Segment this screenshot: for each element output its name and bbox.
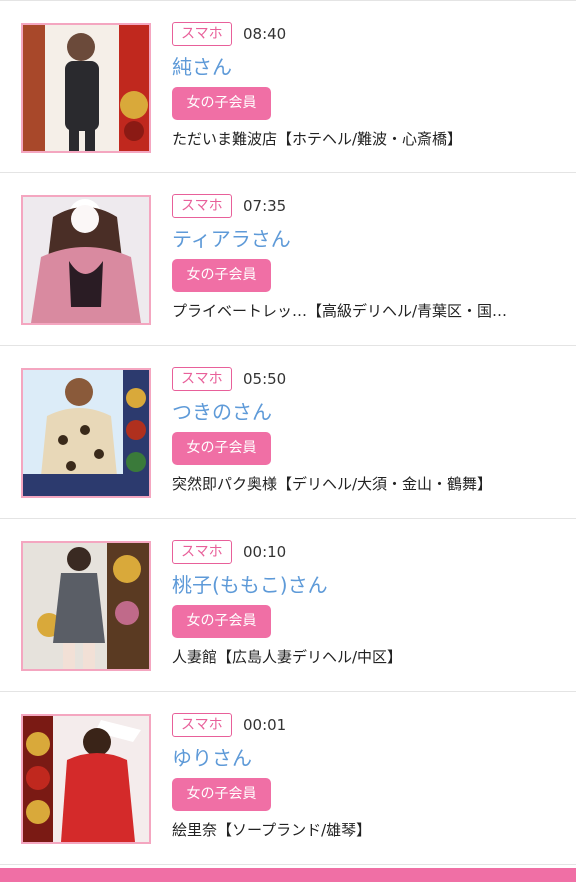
post-time: 07:35: [243, 197, 287, 215]
member-name-link[interactable]: 桃子(ももこ)さん: [172, 570, 328, 600]
profile-photo[interactable]: [21, 195, 151, 325]
post-time: 00:10: [243, 543, 287, 561]
member-name-link[interactable]: つきのさん: [172, 397, 272, 427]
member-name-link[interactable]: ゆりさん: [172, 743, 252, 773]
shop-info[interactable]: プライベートレッ…【高級デリヘル/青葉区・国…: [172, 297, 550, 325]
shop-info[interactable]: 人妻館【広島人妻デリヘル/中区】: [172, 643, 550, 671]
profile-photo[interactable]: [21, 714, 151, 844]
list-item[interactable]: スマホ 05:50 つきのさん 女の子会員 突然即パク奥様【デリヘル/大須・金山…: [0, 346, 576, 519]
photo-woman-leopard-dress: [23, 370, 149, 496]
photo-woman-pink-cardigan: [23, 197, 149, 323]
member-list: スマホ 08:40 純さん 女の子会員 ただいま難波店【ホテヘル/難波・心斎橋】…: [0, 0, 576, 865]
profile-photo[interactable]: [21, 368, 151, 498]
device-tag: スマホ: [172, 194, 232, 218]
post-time: 08:40: [243, 25, 287, 43]
member-badge: 女の子会員: [172, 605, 271, 638]
bottom-bar: [0, 868, 576, 882]
profile-photo[interactable]: [21, 541, 151, 671]
device-tag: スマホ: [172, 540, 232, 564]
profile-photo[interactable]: [21, 23, 151, 153]
member-badge: 女の子会員: [172, 87, 271, 120]
list-item[interactable]: スマホ 00:01 ゆりさん 女の子会員 絵里奈【ソープランド/雄琴】: [0, 692, 576, 865]
shop-info[interactable]: ただいま難波店【ホテヘル/難波・心斎橋】: [172, 125, 550, 153]
photo-woman-red-dress: [23, 716, 149, 842]
photo-woman-black-dress: [23, 25, 149, 151]
list-item[interactable]: スマホ 07:35 ティアラさん 女の子会員 プライベートレッ…【高級デリヘル/…: [0, 173, 576, 346]
member-badge: 女の子会員: [172, 778, 271, 811]
post-time: 05:50: [243, 370, 287, 388]
photo-woman-grey-dress: [23, 543, 149, 669]
member-badge: 女の子会員: [172, 259, 271, 292]
member-badge: 女の子会員: [172, 432, 271, 465]
member-name-link[interactable]: 純さん: [172, 52, 232, 82]
list-item[interactable]: スマホ 08:40 純さん 女の子会員 ただいま難波店【ホテヘル/難波・心斎橋】: [0, 0, 576, 173]
post-time: 00:01: [243, 716, 287, 734]
device-tag: スマホ: [172, 22, 232, 46]
member-name-link[interactable]: ティアラさん: [172, 224, 291, 254]
device-tag: スマホ: [172, 713, 232, 737]
shop-info[interactable]: 絵里奈【ソープランド/雄琴】: [172, 816, 550, 844]
shop-info[interactable]: 突然即パク奥様【デリヘル/大須・金山・鶴舞】: [172, 470, 550, 498]
device-tag: スマホ: [172, 367, 232, 391]
list-item[interactable]: スマホ 00:10 桃子(ももこ)さん 女の子会員 人妻館【広島人妻デリヘル/中…: [0, 519, 576, 692]
